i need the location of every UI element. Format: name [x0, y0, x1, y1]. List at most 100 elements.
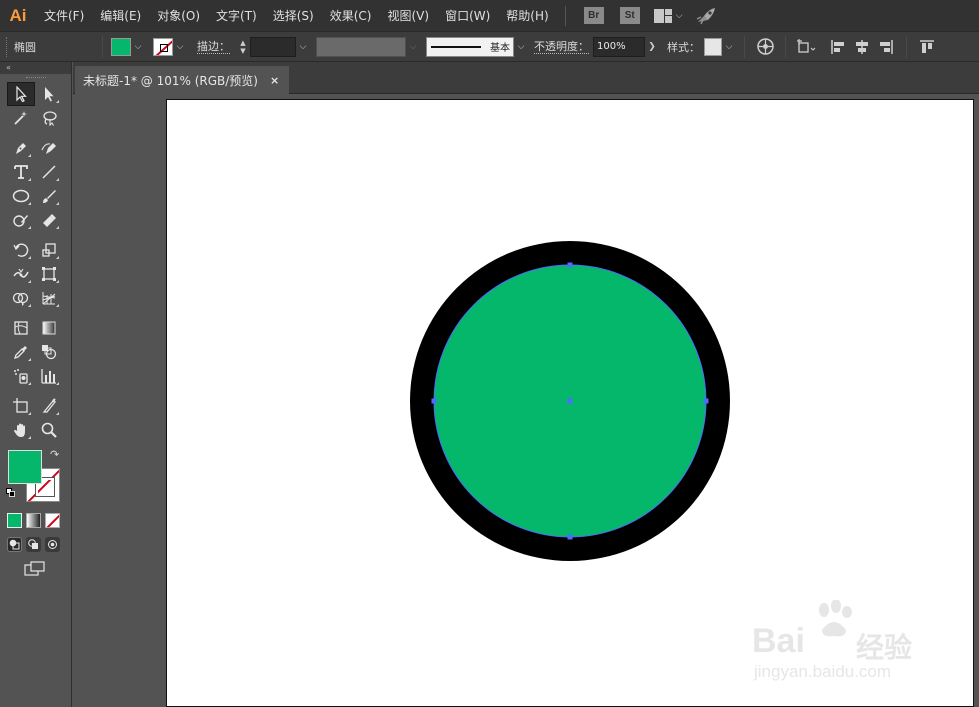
opacity-field[interactable]: 100%	[593, 36, 645, 57]
scale-tool[interactable]	[35, 238, 63, 262]
paintbrush-tool[interactable]	[35, 184, 63, 208]
opacity-arrow-icon[interactable]: ❯	[645, 37, 659, 56]
pen-tool[interactable]	[7, 136, 35, 160]
swap-fill-stroke-icon[interactable]: ↷	[50, 448, 59, 461]
menu-object[interactable]: 对象(O)	[149, 0, 208, 32]
artboard-tool[interactable]	[7, 394, 35, 418]
magic-wand-tool[interactable]	[7, 106, 35, 130]
artboard[interactable]	[166, 99, 974, 707]
perspective-grid-tool[interactable]	[35, 286, 63, 310]
menu-file[interactable]: 文件(F)	[36, 0, 92, 32]
eyedropper-tool[interactable]	[7, 340, 35, 364]
fill-swatch[interactable]	[111, 37, 131, 56]
default-fill-stroke-icon[interactable]	[6, 488, 15, 497]
direct-selection-tool[interactable]	[35, 82, 63, 106]
type-t-icon	[14, 165, 28, 179]
align-right-button[interactable]	[876, 37, 896, 57]
stroke-swatch[interactable]	[153, 37, 173, 56]
menu-select[interactable]: 选择(S)	[265, 0, 322, 32]
selection-tool[interactable]	[7, 82, 35, 106]
mesh-icon	[14, 321, 28, 335]
draw-inside-button[interactable]	[45, 536, 60, 552]
symbol-sprayer-icon	[14, 369, 28, 384]
align-center-button[interactable]	[852, 37, 872, 57]
slice-tool[interactable]	[35, 394, 63, 418]
anchor-point-left[interactable]	[431, 398, 437, 404]
tools-grip[interactable]	[0, 74, 71, 82]
menu-help[interactable]: 帮助(H)	[498, 0, 556, 32]
eraser-icon	[43, 214, 56, 227]
stock-button[interactable]: St	[619, 7, 640, 24]
draw-behind-button[interactable]	[26, 536, 41, 552]
stroke-weight-field[interactable]	[250, 36, 296, 57]
control-bar-grip[interactable]	[6, 36, 10, 57]
menu-effect[interactable]: 效果(C)	[322, 0, 380, 32]
blend-tool[interactable]	[35, 340, 63, 364]
fill-color-box[interactable]	[8, 450, 42, 484]
color-mode-button[interactable]	[7, 512, 22, 528]
hand-tool[interactable]	[7, 418, 35, 442]
eraser-tool[interactable]	[35, 208, 63, 232]
brush-chevron-icon[interactable]: ⌵	[514, 37, 528, 56]
ellipse-tool[interactable]	[7, 184, 35, 208]
object-type-label: 椭圆	[14, 40, 36, 54]
gradient-mode-button[interactable]	[26, 512, 41, 528]
shaper-tool[interactable]	[7, 208, 35, 232]
tab-close-icon[interactable]: ×	[270, 74, 279, 87]
profile-chevron-icon[interactable]: ⌵	[406, 37, 420, 56]
bridge-button[interactable]: Br	[583, 7, 604, 24]
align-to-button[interactable]	[796, 37, 816, 57]
graphic-style-swatch[interactable]	[704, 37, 722, 56]
align-top-icon	[920, 39, 934, 53]
anchor-point-bottom[interactable]	[567, 534, 573, 540]
width-tool[interactable]	[7, 262, 35, 286]
document-tab-bar: 未标题-1* @ 101% (RGB/预览) ×	[73, 62, 979, 94]
anchor-point-right[interactable]	[703, 398, 709, 404]
stroke-weight-label[interactable]: 描边：	[197, 40, 230, 54]
menu-type[interactable]: 文字(T)	[208, 0, 265, 32]
anchor-point-top[interactable]	[567, 262, 573, 268]
menu-view[interactable]: 视图(V)	[379, 0, 437, 32]
column-graph-tool[interactable]	[35, 364, 63, 388]
gradient-tool[interactable]	[35, 316, 63, 340]
mesh-tool[interactable]	[7, 316, 35, 340]
menu-window[interactable]: 窗口(W)	[437, 0, 498, 32]
curvature-tool[interactable]	[35, 136, 63, 160]
brush-definition-field[interactable]: 基本	[426, 36, 514, 57]
line-segment-tool[interactable]	[35, 160, 63, 184]
stroke-weight-chevron-icon[interactable]: ⌵	[296, 37, 310, 56]
width-icon	[13, 268, 29, 278]
opacity-label[interactable]: 不透明度：	[534, 40, 589, 54]
zoom-tool[interactable]	[35, 418, 63, 442]
screen-mode-button[interactable]	[24, 561, 46, 579]
align-top-button[interactable]	[917, 37, 937, 57]
fill-dropdown-chevron-icon[interactable]: ⌵	[131, 37, 145, 56]
workspace-switcher[interactable]: ⌵	[653, 8, 683, 23]
stroke-weight-stepper[interactable]: ▲ ▼	[236, 37, 250, 57]
tools-collapse-toggle[interactable]: «	[0, 62, 71, 74]
variable-width-profile[interactable]	[316, 36, 406, 57]
free-transform-icon	[42, 267, 56, 281]
canvas-area[interactable]	[73, 94, 979, 707]
type-tool[interactable]	[7, 160, 35, 184]
shaper-icon	[13, 215, 28, 227]
lasso-tool[interactable]	[35, 106, 63, 130]
align-left-button[interactable]	[828, 37, 848, 57]
symbol-sprayer-tool[interactable]	[7, 364, 35, 388]
menu-edit[interactable]: 编辑(E)	[92, 0, 149, 32]
scale-icon	[42, 243, 56, 257]
rotate-tool[interactable]	[7, 238, 35, 262]
document-tab[interactable]: 未标题-1* @ 101% (RGB/预览) ×	[75, 66, 289, 94]
arrow-pointer-icon	[16, 86, 27, 102]
draw-normal-button[interactable]	[7, 536, 22, 552]
none-mode-button[interactable]	[45, 512, 60, 528]
artwork-layer	[410, 241, 730, 561]
center-point	[567, 398, 573, 404]
style-chevron-icon[interactable]: ⌵	[722, 37, 736, 56]
gpu-performance-button[interactable]	[695, 7, 717, 25]
free-transform-tool[interactable]	[35, 262, 63, 286]
shape-builder-tool[interactable]	[7, 286, 35, 310]
divider	[102, 35, 103, 58]
stroke-dropdown-chevron-icon[interactable]: ⌵	[173, 37, 187, 56]
recolor-artwork-button[interactable]	[755, 37, 775, 57]
